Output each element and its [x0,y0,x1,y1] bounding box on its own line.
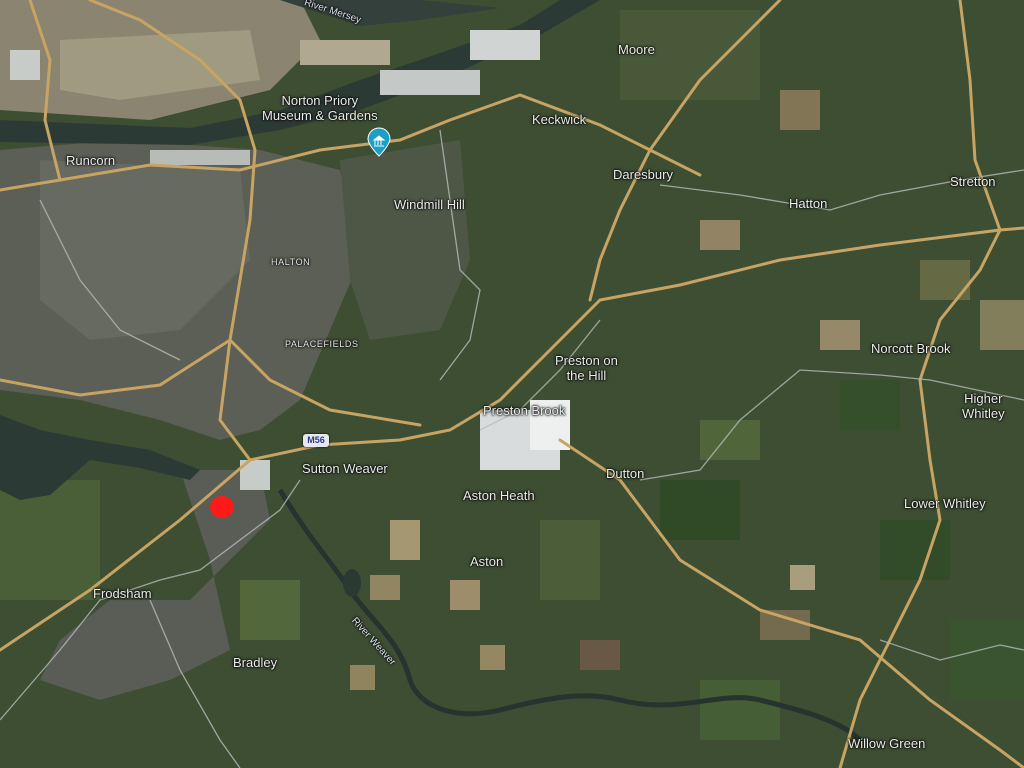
m56-motorway-shield: M56 [303,434,329,447]
daresbury-label: Daresbury [613,167,673,182]
moore-label: Moore [618,42,655,57]
stretton-label: Stretton [950,174,996,189]
red-location-dot-icon[interactable] [210,496,234,518]
higher-whitley-label: Higher Whitley [962,391,1005,421]
palacefields-label: PALACEFIELDS [285,339,359,349]
sutton-weaver-label: Sutton Weaver [302,461,388,476]
halton-label: HALTON [271,257,311,267]
lower-whitley-label: Lower Whitley [904,496,986,511]
hatton-label: Hatton [789,196,828,211]
aston-heath-label: Aston Heath [463,488,535,503]
dutton-label: Dutton [606,466,645,481]
bradley-label: Bradley [233,655,278,670]
norton-priory-label: Norton Priory Museum & Gardens [262,93,378,123]
preston-brook-label: Preston Brook [483,403,566,418]
keckwick-label: Keckwick [532,112,587,127]
runcorn-label: Runcorn [66,153,116,168]
preston-on-the-hill-label: Preston on the Hill [555,353,618,383]
norcott-brook-label: Norcott Brook [871,341,951,356]
willow-green-label: Willow Green [848,736,926,751]
aston-label: Aston [470,554,504,569]
windmill-hill-label: Windmill Hill [394,197,465,212]
frodsham-label: Frodsham [93,586,152,601]
satellite-map[interactable] [0,0,1024,768]
